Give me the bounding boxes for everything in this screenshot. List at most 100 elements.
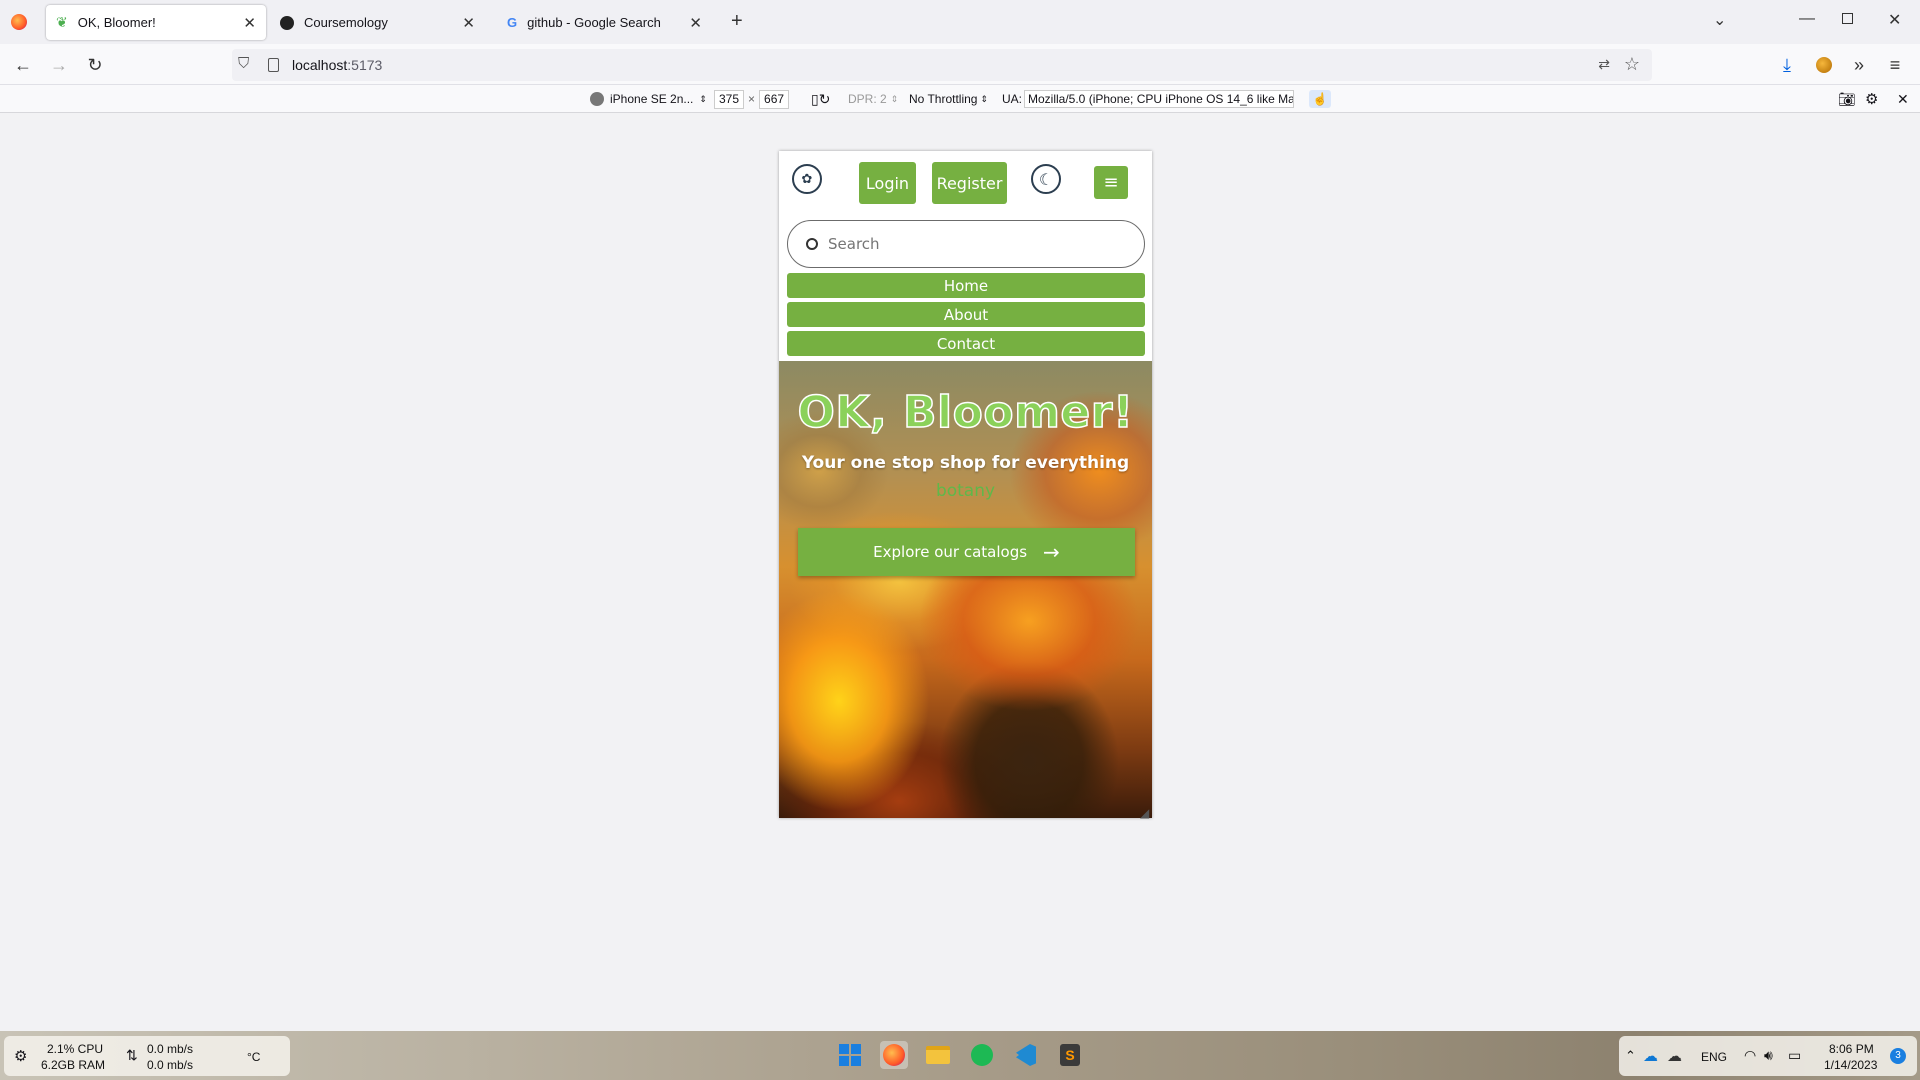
tab-title: github - Google Search: [527, 15, 661, 30]
hero-title: OK, Bloomer!: [797, 386, 1134, 439]
settings-gear-icon[interactable]: ⚙: [1865, 90, 1878, 108]
show-hidden-icons-icon[interactable]: ⌃: [1625, 1048, 1636, 1064]
sublime-text-icon[interactable]: S: [1056, 1041, 1084, 1069]
cpu-usage: 2.1% CPU: [47, 1042, 104, 1056]
tab-bar: ❦ OK, Bloomer! ✕ Coursemology ✕ G github…: [0, 0, 1920, 44]
chip-icon: ⚙: [14, 1048, 28, 1065]
screenshot-icon[interactable]: 📷︎: [1838, 90, 1856, 108]
close-rdm-icon[interactable]: ✕: [1897, 90, 1909, 108]
notification-badge[interactable]: 3: [1890, 1048, 1906, 1064]
system-tray: ⌃ ☁ ☁ ENG ◠ 🔊︎ ▭ 8:06 PM 1/14/2023 3: [1619, 1036, 1917, 1076]
touch-simulation-icon[interactable]: ☝: [1309, 90, 1331, 108]
leaf-icon: ❦: [56, 14, 68, 30]
logo-icon[interactable]: ✿: [792, 164, 822, 194]
url-port: :5173: [347, 57, 383, 73]
taskbar: ⚙ 2.1% CPU 6.2GB RAM ⇅ 0.0 mb/s 0.0 mb/s…: [0, 1031, 1920, 1080]
start-windows-icon[interactable]: [836, 1041, 864, 1069]
viewport-size: 375 × 667: [714, 89, 790, 109]
device-frame: ✿ Login Register ☾ ≡ Home About Contact …: [779, 151, 1152, 818]
height-input[interactable]: 667: [759, 89, 790, 109]
spotify-icon[interactable]: [968, 1041, 996, 1069]
throttling-selector[interactable]: No Throttling ⇕: [909, 90, 988, 108]
url-bar[interactable]: ⛉ localhost:5173 ⇄ ☆: [232, 49, 1652, 81]
resize-handle-icon[interactable]: ◢: [1140, 806, 1149, 820]
device-icon: [590, 92, 604, 106]
hamburger-menu-button[interactable]: ≡: [1094, 166, 1128, 199]
tab-ok-bloomer[interactable]: ❦ OK, Bloomer! ✕: [46, 5, 266, 40]
responsive-design-toolbar: iPhone SE 2n... ⇕ 375 × 667 ▯↻ DPR: 2 ⇕ N…: [0, 85, 1920, 113]
clock-date[interactable]: 1/14/2023: [1824, 1058, 1877, 1072]
language-indicator[interactable]: ENG: [1701, 1050, 1727, 1064]
close-window-icon[interactable]: ✕: [1888, 10, 1901, 30]
search-input[interactable]: [828, 235, 1098, 253]
search-box[interactable]: [787, 220, 1145, 268]
dark-mode-toggle-icon[interactable]: ☾: [1031, 164, 1061, 194]
url-text[interactable]: localhost:5173: [292, 57, 382, 73]
hero-subtitle-highlight: botany: [935, 481, 996, 501]
wifi-icon[interactable]: ◠: [1744, 1047, 1756, 1064]
file-explorer-icon[interactable]: [924, 1041, 952, 1069]
network-up: 0.0 mb/s: [147, 1042, 194, 1056]
tab-title: Coursemology: [304, 15, 388, 30]
page-icon[interactable]: [268, 58, 279, 72]
battery-icon[interactable]: ▭: [1788, 1047, 1801, 1064]
onedrive-personal-icon[interactable]: ☁: [1667, 1047, 1682, 1065]
close-icon[interactable]: ✕: [243, 14, 256, 32]
explore-catalogs-label: Explore our catalogs: [873, 543, 1028, 561]
tab-coursemology[interactable]: Coursemology ✕: [270, 5, 485, 40]
register-button[interactable]: Register: [932, 162, 1007, 204]
more-tools-icon[interactable]: »: [1846, 52, 1872, 78]
explore-catalogs-button[interactable]: Explore our catalogs →: [798, 528, 1135, 576]
close-icon[interactable]: ✕: [689, 14, 702, 32]
url-host: localhost: [292, 57, 348, 73]
nav-link-home[interactable]: Home: [787, 273, 1145, 298]
hamburger-icon: ≡: [1103, 172, 1119, 193]
firefox-taskbar-icon[interactable]: [880, 1041, 908, 1069]
restore-icon[interactable]: [1842, 13, 1853, 24]
times-sign: ×: [748, 92, 756, 106]
width-input[interactable]: 375: [714, 89, 745, 109]
nav-link-about[interactable]: About: [787, 302, 1145, 327]
hero-subtitle: Your one stop shop for everything: [801, 453, 1130, 473]
translate-icon[interactable]: ⇄: [1598, 56, 1610, 73]
app-menu-icon[interactable]: ≡: [1882, 52, 1908, 78]
tab-google-search[interactable]: G github - Google Search ✕: [497, 5, 712, 40]
dpr-selector[interactable]: DPR: 2 ⇕: [848, 90, 898, 108]
login-button[interactable]: Login: [859, 162, 916, 204]
close-icon[interactable]: ✕: [462, 14, 475, 32]
volume-icon[interactable]: 🔊︎: [1764, 1047, 1773, 1064]
network-arrows-icon: ⇅: [126, 1047, 138, 1063]
downloads-icon[interactable]: ⤓: [1774, 52, 1800, 78]
forward-icon[interactable]: →: [46, 52, 72, 78]
profile-icon[interactable]: [1811, 52, 1837, 78]
device-name: iPhone SE 2n...: [610, 92, 694, 106]
clock-time[interactable]: 8:06 PM: [1829, 1042, 1874, 1056]
system-monitor-widget[interactable]: ⚙ 2.1% CPU 6.2GB RAM ⇅ 0.0 mb/s 0.0 mb/s…: [4, 1036, 290, 1076]
coursemology-icon: [280, 15, 294, 30]
firefox-menu-icon[interactable]: [11, 14, 27, 30]
dropdown-arrow-icon: ⇕: [699, 93, 707, 104]
ram-usage: 6.2GB RAM: [41, 1058, 106, 1072]
list-all-tabs-icon[interactable]: ⌄: [1713, 10, 1726, 30]
user-agent-input[interactable]: Mozilla/5.0 (iPhone; CPU iPhone OS 14_6 …: [1024, 90, 1294, 108]
nav-link-contact[interactable]: Contact: [787, 331, 1145, 356]
dropdown-arrow-icon: ⇕: [980, 93, 989, 104]
bookmark-star-icon[interactable]: ☆: [1624, 54, 1640, 75]
shield-icon[interactable]: ⛉: [238, 55, 249, 72]
reload-icon[interactable]: ↻: [82, 52, 108, 78]
back-icon[interactable]: ←: [10, 52, 36, 78]
onedrive-icon[interactable]: ☁: [1643, 1047, 1658, 1065]
navigation-bar: ← → ↻ ⛉ localhost:5173 ⇄ ☆ ⤓ » ≡: [0, 44, 1920, 85]
device-selector[interactable]: iPhone SE 2n... ⇕: [590, 90, 707, 108]
search-icon: [806, 238, 818, 250]
google-icon: G: [507, 15, 518, 30]
throttling-label: No Throttling: [909, 92, 978, 106]
arrow-right-icon: →: [1043, 540, 1060, 564]
tab-title: OK, Bloomer!: [77, 15, 156, 30]
new-tab-icon[interactable]: +: [731, 10, 743, 33]
dropdown-arrow-icon: ⇕: [890, 93, 899, 104]
rotate-icon[interactable]: ▯↻: [811, 90, 830, 108]
hero-section: OK, Bloomer! Your one stop shop for ever…: [779, 361, 1152, 818]
minimize-icon[interactable]: —: [1799, 10, 1815, 28]
vscode-icon[interactable]: [1012, 1041, 1040, 1069]
